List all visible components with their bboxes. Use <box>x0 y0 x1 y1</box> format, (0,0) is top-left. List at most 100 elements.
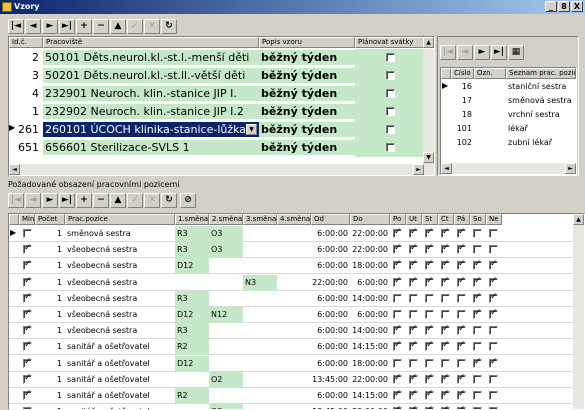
day-wed-checkbox[interactable] <box>425 276 434 287</box>
lower-header-3[interactable]: 1.směna <box>175 214 209 225</box>
min-staffing-checkbox[interactable] <box>23 229 32 238</box>
day-thu-checkbox[interactable] <box>441 310 450 319</box>
day-mon-checkbox[interactable] <box>393 293 402 303</box>
day-fri-checkbox[interactable] <box>457 340 466 352</box>
day-wed-checkbox[interactable] <box>425 358 434 368</box>
day-wed-checkbox[interactable] <box>425 243 434 255</box>
lower-scroll-up-button[interactable]: ▲ <box>573 214 584 225</box>
lower-header-12[interactable]: Čt <box>438 214 454 225</box>
day-mon-checkbox[interactable] <box>393 389 402 400</box>
close-button[interactable]: X <box>571 1 583 12</box>
side-header-2[interactable]: Ozn. <box>474 68 506 79</box>
day-mon-checkbox[interactable] <box>393 227 402 238</box>
table-row[interactable]: 1 sanitář a ošetřovatel R2 6:00:00 14:15:00 <box>9 388 573 404</box>
day-mon-checkbox[interactable] <box>393 259 402 271</box>
lower-header-15[interactable]: Ne <box>486 214 502 225</box>
shift-3-cell[interactable]: N3 <box>243 274 277 291</box>
shift-2-cell[interactable]: N12 <box>209 307 243 323</box>
side-header-1[interactable]: Číslo <box>451 68 474 79</box>
min-staffing-checkbox[interactable] <box>23 389 32 400</box>
side-prev-button[interactable]: ◄ <box>457 45 473 60</box>
day-tue-checkbox[interactable] <box>409 373 418 384</box>
refresh-button[interactable]: ↻ <box>161 19 177 34</box>
day-fri-checkbox[interactable] <box>457 227 466 238</box>
edit-record-button[interactable]: ▲ <box>110 193 126 208</box>
day-sun-checkbox[interactable] <box>489 357 498 368</box>
day-mon-checkbox[interactable] <box>393 276 402 287</box>
lower-header-6[interactable]: 4.směna <box>277 214 311 225</box>
insert-record-button[interactable]: + <box>76 19 92 34</box>
next-record-button[interactable]: ► <box>42 19 58 34</box>
shift-1-cell[interactable]: D12 <box>175 307 209 323</box>
side-first-button[interactable]: |◄ <box>440 45 456 60</box>
table-row[interactable]: 1 sanitář a ošetřovatel R2 6:00:00 14:15:00 <box>9 339 573 356</box>
table-row[interactable]: 3 50201 Děts.neurol.kl.-st.ll.-větší děti… <box>9 67 425 85</box>
next-record-button[interactable]: ► <box>42 193 58 208</box>
day-fri-checkbox[interactable] <box>457 324 466 336</box>
lower-header-13[interactable]: Pá <box>454 214 470 225</box>
day-sat-checkbox[interactable] <box>473 308 482 319</box>
shift-1-cell[interactable]: R3 <box>175 290 209 307</box>
shift-2-cell[interactable]: O2 <box>209 404 243 409</box>
day-tue-checkbox[interactable] <box>409 358 418 368</box>
shift-1-cell[interactable]: R3 <box>175 323 209 340</box>
upper-header-1[interactable]: Pracoviště <box>43 37 259 48</box>
list-item[interactable]: 101 lékař <box>441 122 576 136</box>
day-tue-checkbox[interactable] <box>409 259 418 271</box>
day-sun-checkbox[interactable] <box>489 374 498 384</box>
table-row[interactable]: 1 sanitář a ošetřovatel D12 6:00:00 18:00:00 <box>9 355 573 372</box>
prev-record-button[interactable]: ◄ <box>25 193 41 208</box>
table-row[interactable]: 1 všeobecná sestra R3 6:00:00 14:00:00 <box>9 290 573 307</box>
filter-button[interactable]: ⊘ <box>180 193 196 208</box>
lower-header-1[interactable]: Počet <box>35 214 65 225</box>
min-staffing-checkbox[interactable] <box>23 292 32 303</box>
day-thu-checkbox[interactable] <box>441 389 450 400</box>
day-wed-checkbox[interactable] <box>425 340 434 352</box>
delete-record-button[interactable]: − <box>93 19 109 34</box>
day-sat-checkbox[interactable] <box>473 229 482 238</box>
shift-1-cell[interactable]: R3 <box>175 226 209 242</box>
day-tue-checkbox[interactable] <box>409 276 418 287</box>
day-fri-checkbox[interactable] <box>457 293 466 303</box>
day-mon-checkbox[interactable] <box>393 340 402 352</box>
table-row[interactable]: 1 všeobecná sestra D12 6:00:00 18:00:00 <box>9 258 573 275</box>
first-record-button[interactable]: |◄ <box>8 193 24 208</box>
shift-1-cell[interactable]: D12 <box>175 258 209 275</box>
shift-2-cell[interactable]: O3 <box>209 226 243 242</box>
holiday-checkbox[interactable] <box>386 107 395 116</box>
lower-scrollbar[interactable] <box>573 214 584 409</box>
table-row[interactable]: 1 všeobecná sestra R3O3 6:00:00 22:00:00 <box>9 242 573 259</box>
table-row[interactable]: 651 656601 Sterilizace-SVLS 1 běžný týden <box>9 139 425 157</box>
day-tue-checkbox[interactable] <box>409 310 418 319</box>
refresh-button[interactable]: ↻ <box>161 193 177 208</box>
delete-record-button[interactable]: − <box>93 193 109 208</box>
upper-header-3[interactable]: Plánovat svátky <box>355 37 425 48</box>
side-hscrollbar[interactable] <box>441 163 576 174</box>
side-scroll-left-button[interactable]: ◄ <box>441 163 452 174</box>
shift-1-cell[interactable]: R2 <box>175 388 209 404</box>
day-wed-checkbox[interactable] <box>425 310 434 319</box>
table-row[interactable]: ▶ 1 směnová sestra R3 O3 6:00:00 22:00:00 <box>9 226 573 242</box>
min-staffing-checkbox[interactable] <box>23 340 32 352</box>
upper-scroll-right-button[interactable]: ► <box>413 164 424 175</box>
upper-header-0[interactable]: Id.č. <box>9 37 43 48</box>
day-thu-checkbox[interactable] <box>441 276 450 287</box>
upper-hscrollbar[interactable] <box>9 164 434 175</box>
upper-scroll-left-button[interactable]: ◄ <box>9 164 20 175</box>
day-sun-checkbox[interactable] <box>489 259 498 271</box>
cancel-edit-button[interactable]: ✕ <box>144 19 160 34</box>
min-staffing-checkbox[interactable] <box>23 276 32 287</box>
day-sun-checkbox[interactable] <box>489 292 498 303</box>
holiday-checkbox[interactable] <box>386 71 395 80</box>
last-record-button[interactable]: ►| <box>59 19 75 34</box>
day-tue-checkbox[interactable] <box>409 340 418 352</box>
lower-header-2[interactable]: Prac.pozice <box>65 214 175 225</box>
day-sat-checkbox[interactable] <box>473 342 482 352</box>
holiday-checkbox[interactable] <box>386 125 395 134</box>
day-sun-checkbox[interactable] <box>489 308 498 319</box>
side-last-button[interactable]: ►| <box>491 45 507 60</box>
list-item[interactable]: 17 směnová sestra <box>441 94 576 108</box>
upper-scroll-up-button[interactable]: ▲ <box>423 37 434 48</box>
lower-header-9[interactable]: Po <box>390 214 406 225</box>
lower-header-8[interactable]: Do <box>350 214 390 225</box>
